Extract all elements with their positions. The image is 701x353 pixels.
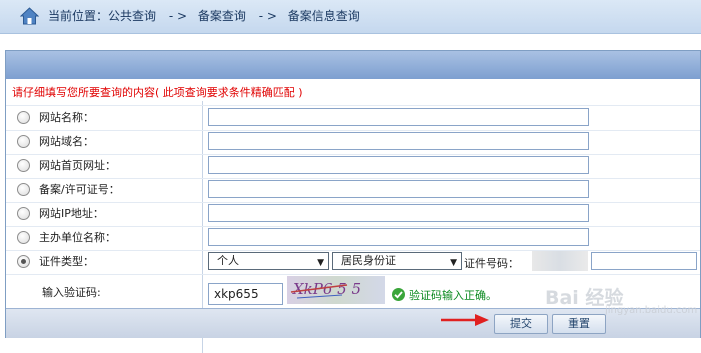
breadcrumb: 当前位置：公共查询 - > 备案查询 - > 备案信息查询: [48, 8, 360, 25]
chevron-down-icon: ▼: [450, 258, 457, 268]
option-row-license-number: 备案/许可证号：: [6, 178, 700, 202]
option-row-site-name: 网站名称：: [6, 106, 700, 130]
license-number-input[interactable]: [208, 180, 589, 198]
option-label: 证件类型：: [39, 255, 94, 268]
radio-license-number[interactable]: [17, 183, 30, 196]
id-number-input[interactable]: [591, 252, 697, 270]
radio-cert-type[interactable]: [17, 255, 30, 268]
top-bar: 当前位置：公共查询 - > 备案查询 - > 备案信息查询: [0, 0, 701, 34]
option-label: 网站IP地址：: [39, 207, 104, 220]
radio-organizer-name[interactable]: [17, 231, 30, 244]
radio-ip-address[interactable]: [17, 207, 30, 220]
query-notice: 请仔细填写您所要查询的内容( 此项查询要求条件精确匹配 ): [12, 86, 303, 99]
option-label: 网站名称：: [39, 111, 94, 124]
site-name-input[interactable]: [208, 108, 589, 126]
domain-input[interactable]: [208, 132, 589, 150]
submit-button[interactable]: 提交: [494, 314, 548, 334]
check-circle-icon: [392, 288, 405, 301]
homepage-url-input[interactable]: [208, 156, 589, 174]
captcha-image-text: XkP6 5 5: [292, 280, 361, 298]
watermark-logo: Bai 经验 jingyan.baidu.com: [545, 283, 697, 323]
breadcrumb-record-query[interactable]: 备案查询: [198, 8, 246, 25]
organizer-name-input[interactable]: [208, 228, 589, 246]
captcha-image[interactable]: XkP6 5 5: [287, 276, 385, 304]
option-row-homepage-url: 网站首页网址：: [6, 154, 700, 178]
radio-site-name[interactable]: [17, 111, 30, 124]
cert-type-select[interactable]: 个人 ▼: [208, 252, 329, 270]
watermark-subtext: jingyan.baidu.com: [605, 305, 698, 316]
option-label: 主办单位名称：: [39, 231, 116, 244]
id-number-label: 证件号码：: [464, 257, 519, 270]
chevron-down-icon: ▼: [317, 258, 324, 268]
captcha-input-value: xkp655: [214, 287, 259, 301]
radio-domain[interactable]: [17, 135, 30, 148]
breadcrumb-record-info-query[interactable]: 备案信息查询: [288, 8, 360, 25]
breadcrumb-current[interactable]: 当前位置：公共查询: [48, 8, 156, 25]
breadcrumb-separator: - >: [258, 9, 277, 23]
breadcrumb-separator: - >: [168, 9, 188, 23]
id-type-select[interactable]: 居民身份证 ▼: [332, 252, 462, 270]
row-divider: [6, 274, 700, 275]
option-label: 备案/许可证号：: [39, 183, 120, 196]
home-icon[interactable]: [20, 7, 39, 25]
captcha-label: 输入验证码:: [42, 286, 101, 299]
option-row-ip-address: 网站IP地址：: [6, 202, 700, 226]
id-number-redacted: [532, 251, 588, 271]
option-row-organizer-name: 主办单位名称：: [6, 226, 700, 250]
red-arrow-icon: [441, 314, 489, 326]
ip-address-input[interactable]: [208, 204, 589, 222]
radio-homepage-url[interactable]: [17, 159, 30, 172]
cert-type-value: 个人: [217, 254, 239, 267]
panel-header: [6, 51, 700, 79]
captcha-input[interactable]: xkp655: [208, 283, 283, 305]
captcha-status: 验证码输入正确。: [409, 289, 497, 302]
option-label: 网站首页网址：: [39, 159, 116, 172]
option-row-domain: 网站域名：: [6, 130, 700, 154]
option-label: 网站域名：: [39, 135, 94, 148]
id-type-value: 居民身份证: [341, 254, 396, 267]
